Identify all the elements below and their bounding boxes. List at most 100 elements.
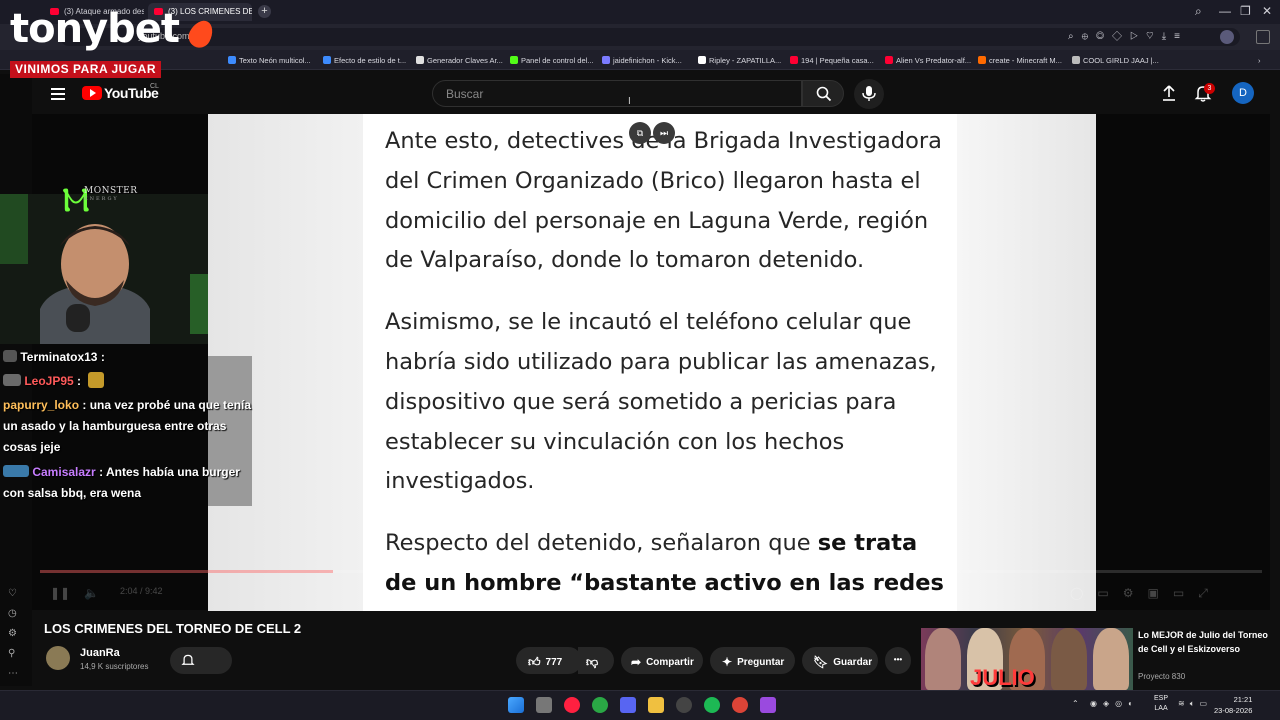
chat-badge-icon [3,374,21,386]
streamer-figure [0,194,208,344]
bookmark-favicon-icon [510,56,518,64]
search-input[interactable]: Buscar [432,80,802,107]
bookmark-favicon-icon [602,56,610,64]
chat-message: LeoJP95 : [3,371,105,392]
lightbulb-icon[interactable]: ⚲ [8,648,15,659]
share-button[interactable]: ➦ Compartir [621,647,703,674]
bookmark-item[interactable]: create - Minecraft M... [978,56,1062,65]
profile-icon[interactable] [1220,30,1234,44]
sidebar-toggle-icon[interactable] [1256,30,1270,44]
search-icon [816,86,832,102]
article-paragraph: Respecto del detenido, señalaron que se … [385,524,945,604]
chat-badge-icon [3,350,17,362]
bookmark-favicon-icon [885,56,893,64]
bell-icon [181,654,195,665]
youtube-logo-icon[interactable] [82,86,102,100]
bookmark-favicon-icon [1072,56,1080,64]
save-button[interactable]: 🔖︎ Guardar [802,647,878,674]
discord-icon[interactable] [620,697,636,713]
bookmark-label: Ripley - ZAPATILLA... [709,56,782,65]
heart-icon[interactable]: ♡ [8,588,17,599]
bookmark-label: create - Minecraft M... [989,56,1062,65]
chat-overlay: Terminatox13 : LeoJP95 : papurry_loko : … [0,344,252,508]
restore-icon[interactable]: ❐ [1240,4,1251,18]
close-icon[interactable]: ✕ [1262,4,1272,18]
bookmark-item[interactable]: Alien Vs Predator-alf... [885,56,971,65]
app-icon[interactable] [760,697,776,713]
channel-name[interactable]: JuanRa [80,647,120,659]
bookmark-item[interactable]: Panel de control del... [510,56,594,65]
share-label: Compartir [646,657,694,668]
bookmark-favicon-icon [790,56,798,64]
progress-bar[interactable] [40,570,1262,573]
bookmark-item[interactable]: jaidefinichon - Kick... [602,56,682,65]
chat-username: Terminatox13 [20,350,98,364]
menu-icon[interactable] [51,88,65,90]
spotify-icon[interactable] [704,697,720,713]
bookmark-item[interactable]: Texto Neón multicol... [228,56,311,65]
article-text: Respecto del detenido, señalaron que [385,530,818,557]
thumbs-up-icon: 👍︎ [528,655,541,669]
more-icon[interactable]: ⋯ [8,668,18,679]
sparkle-icon: ✦ [722,655,733,669]
tray-chevron-icon[interactable]: ⌃ [1072,699,1079,708]
task-view-icon[interactable] [536,697,552,713]
clock-date: 23-08-2026 [1214,706,1253,715]
mouse-cursor-icon: I [628,96,631,107]
miniplayer-icon[interactable]: ⧉ [629,122,651,144]
minimize-icon[interactable]: — [1219,4,1231,18]
more-actions-button[interactable]: ••• [885,647,911,674]
tab-search-icon[interactable]: ⌕ [1195,4,1202,19]
extension-icons[interactable]: ⌕⊕◎◇▷♡⤓≡ [1068,31,1188,42]
bookmark-label: Panel de control del... [521,56,594,65]
upload-icon[interactable] [1161,85,1177,101]
chat-username: papurry_loko [3,398,80,412]
skip-icon[interactable]: ⏭ [653,122,675,144]
like-button[interactable]: 👍︎ 777 [516,647,582,674]
volume-icon[interactable]: 🔈 [84,586,99,600]
bookmark-item[interactable]: Efecto de estilo de t... [323,56,406,65]
bookmarks-more-icon[interactable]: › [1258,56,1261,65]
tray-icons[interactable]: ◉◈◎◐ [1090,699,1139,708]
chrome-icon[interactable] [732,697,748,713]
pause-icon[interactable]: ❚❚ [50,586,70,600]
address-bar[interactable]: youtube.com/ [60,28,1240,46]
xbox-icon[interactable] [592,697,608,713]
wifi-volume-battery-icons[interactable]: ≋🔈︎▭ [1178,699,1212,709]
chat-badge-icon [3,465,29,477]
language-indicator[interactable]: ESP LAA [1154,694,1168,714]
chat-username: LeoJP95 [24,374,74,388]
search-button[interactable] [802,80,844,107]
new-tab-button[interactable]: + [258,5,271,18]
ask-button[interactable]: ✦ Preguntar [710,647,795,674]
clock[interactable]: 21:21 23-08-2026 [1214,694,1252,716]
player-settings-icons[interactable]: ◯▭⚙▣▭⤢ [1070,586,1222,601]
sponsor-name: MONSTER [84,186,138,196]
video-title: LOS CRIMENES DEL TORNEO DE CELL 2 [44,621,302,636]
settings-gear-icon[interactable]: ⚙ [8,628,17,639]
obs-icon[interactable] [676,697,692,713]
channel-avatar[interactable] [46,646,70,670]
related-video-channel: Proyecto 830 [1138,672,1186,681]
bookmark-item[interactable]: COOL GIRLD JAAJ |... [1072,56,1159,65]
bookmark-favicon-icon [416,56,424,64]
dislike-button[interactable]: 👎︎ [578,647,614,674]
voice-search-button[interactable] [854,79,884,109]
bookmark-item[interactable]: Generador Claves Ar... [416,56,503,65]
subscribed-bell-button[interactable] [170,647,232,674]
related-video-title[interactable]: Lo MEJOR de Julio del Torneo de Cell y e… [1138,629,1268,656]
article-paragraph: Ante esto, detectives de la Brigada Inve… [385,128,942,274]
bookmark-item[interactable]: 194 | Pequeña casa... [790,56,874,65]
share-icon: ➦ [631,655,642,669]
account-avatar[interactable]: D [1232,82,1254,104]
chat-message: papurry_loko : una vez probé una que ten… [3,395,253,458]
bookmark-label: 194 | Pequeña casa... [801,56,874,65]
windows-start-icon[interactable] [508,697,524,713]
opera-gx-icon[interactable] [564,697,580,713]
history-icon[interactable]: ◷ [8,608,17,619]
lang-top: ESP [1154,695,1169,702]
chat-username: Camisalazr [32,465,96,479]
file-explorer-icon[interactable] [648,697,664,713]
bookmark-item[interactable]: Ripley - ZAPATILLA... [698,56,781,65]
thumb-face [925,628,961,690]
